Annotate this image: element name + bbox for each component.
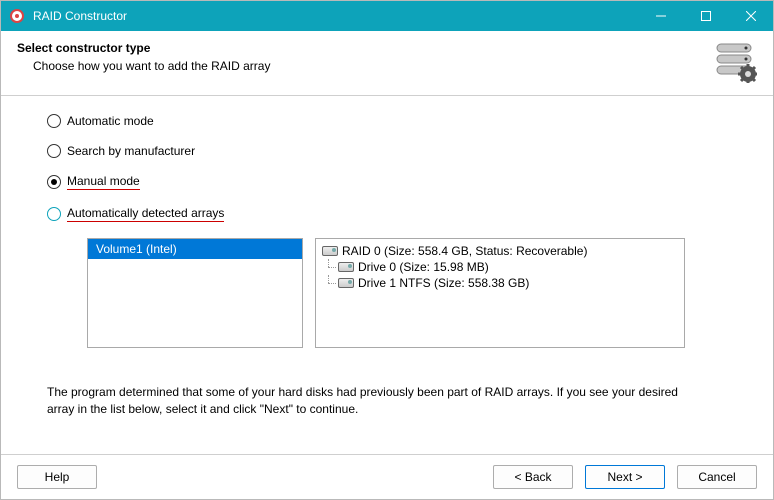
tree-child[interactable]: Drive 0 (Size: 15.98 MB) (316, 259, 684, 275)
page-title: Select constructor type (17, 41, 715, 55)
option-label: Automatically detected arrays (67, 206, 224, 222)
radio-icon (47, 207, 61, 221)
tree-child-label: Drive 1 NTFS (Size: 558.38 GB) (358, 276, 529, 290)
next-button[interactable]: Next > (585, 465, 665, 489)
option-label: Manual mode (67, 174, 140, 190)
raid-stack-icon (715, 41, 757, 83)
option-label: Search by manufacturer (67, 144, 195, 158)
wizard-header: Select constructor type Choose how you w… (1, 31, 773, 96)
cancel-button[interactable]: Cancel (677, 465, 757, 489)
tree-child-label: Drive 0 (Size: 15.98 MB) (358, 260, 489, 274)
help-button[interactable]: Help (17, 465, 97, 489)
window-title: RAID Constructor (33, 9, 638, 23)
back-button[interactable]: < Back (493, 465, 573, 489)
window-controls (638, 1, 773, 31)
volumes-list[interactable]: Volume1 (Intel) (87, 238, 303, 348)
drive-icon (338, 262, 354, 272)
wizard-content: Automatic mode Search by manufacturer Ma… (1, 96, 773, 454)
close-button[interactable] (728, 1, 773, 31)
maximize-button[interactable] (683, 1, 728, 31)
app-icon (9, 8, 25, 24)
option-auto-detected-arrays[interactable]: Automatically detected arrays (47, 206, 733, 222)
tree-root[interactable]: RAID 0 (Size: 558.4 GB, Status: Recovera… (316, 243, 684, 259)
tree-root-label: RAID 0 (Size: 558.4 GB, Status: Recovera… (342, 244, 587, 258)
option-manual-mode[interactable]: Manual mode (47, 174, 733, 190)
option-automatic-mode[interactable]: Automatic mode (47, 114, 733, 128)
tree-child[interactable]: Drive 1 NTFS (Size: 558.38 GB) (316, 275, 684, 291)
option-label: Automatic mode (67, 114, 154, 128)
volume-item[interactable]: Volume1 (Intel) (88, 239, 302, 259)
drive-icon (322, 246, 338, 256)
raid-constructor-window: RAID Constructor Select constructor type… (0, 0, 774, 500)
option-search-by-manufacturer[interactable]: Search by manufacturer (47, 144, 733, 158)
titlebar: RAID Constructor (1, 1, 773, 31)
radio-icon (47, 114, 61, 128)
page-subtitle: Choose how you want to add the RAID arra… (33, 59, 715, 73)
minimize-button[interactable] (638, 1, 683, 31)
wizard-footer: Help < Back Next > Cancel (1, 454, 773, 499)
drive-icon (338, 278, 354, 288)
radio-icon (47, 175, 61, 189)
radio-icon (47, 144, 61, 158)
detected-arrays-panels: Volume1 (Intel) RAID 0 (Size: 558.4 GB, … (87, 238, 733, 348)
array-tree[interactable]: RAID 0 (Size: 558.4 GB, Status: Recovera… (315, 238, 685, 348)
info-text: The program determined that some of your… (47, 384, 693, 419)
